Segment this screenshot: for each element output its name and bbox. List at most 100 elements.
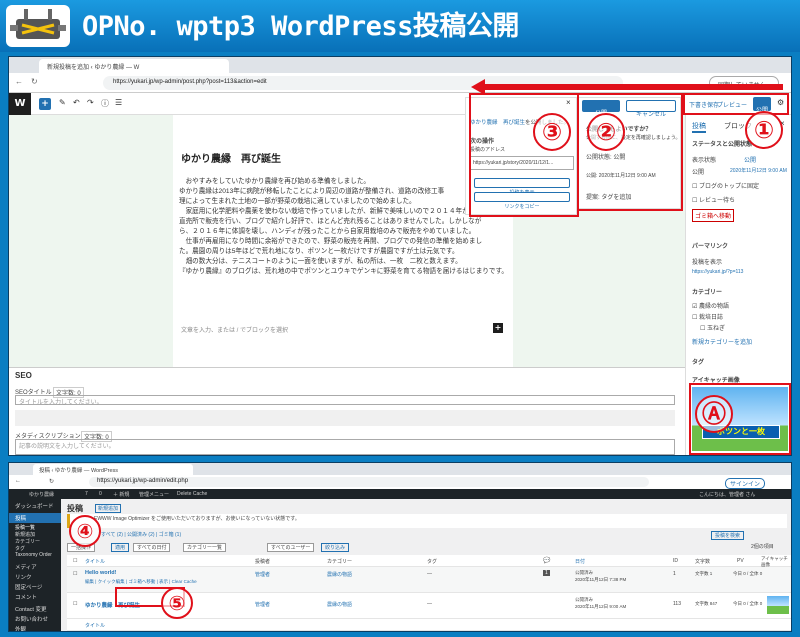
edit-icon[interactable]: ✎ — [59, 98, 66, 107]
publish-date[interactable]: 2020年11月12日 9:00 AM — [730, 167, 787, 174]
row-checkbox[interactable]: ☐ — [73, 601, 77, 607]
menu-comments[interactable]: コメント — [15, 593, 37, 601]
status-heading[interactable]: ステータスと公開状態 — [692, 139, 752, 148]
url-input[interactable]: https://yukari.jp/wp-admin/edit.php — [89, 477, 649, 487]
permalink-url[interactable]: https://yukari.jp/?p=113 — [692, 269, 743, 275]
wordpress-logo-icon[interactable]: W — [9, 93, 31, 115]
menu-add-new[interactable]: 新規追加 — [15, 531, 35, 538]
post-author[interactable]: 管理者 — [255, 571, 270, 578]
search-posts-button[interactable]: 投稿を検索 — [711, 531, 745, 540]
post-id: 1 — [673, 571, 676, 577]
highlight-box-1 — [683, 93, 789, 115]
redo-icon[interactable]: ↷ — [87, 98, 94, 107]
marker-1: ① — [745, 111, 783, 149]
menu-inquiry[interactable]: お問い合わせ — [15, 615, 48, 623]
add-new-post-button[interactable]: 新規追加 — [95, 504, 122, 513]
reload-icon[interactable]: ↻ — [31, 77, 38, 86]
admin-bar-item[interactable]: 管理メニュー — [139, 491, 169, 498]
add-category-link[interactable]: 新規カテゴリーを追加 — [692, 337, 752, 346]
column-footer[interactable]: タイトル — [85, 622, 105, 629]
tab-post[interactable]: 投稿 — [692, 121, 706, 133]
column-header[interactable]: タイトル — [85, 558, 105, 565]
back-icon[interactable]: ← — [15, 77, 23, 86]
category-checkbox[interactable]: ☑ 農縁の物語 — [692, 301, 729, 310]
admin-bar-item[interactable]: Delete Cache — [177, 491, 207, 497]
meta-desc-input[interactable]: 記事の説明文を入力してください。 — [15, 439, 675, 455]
category-filter[interactable]: カテゴリー一覧 — [183, 543, 227, 552]
post-thumbnail[interactable] — [767, 596, 789, 614]
menu-tags[interactable]: タグ — [15, 545, 25, 552]
date-filter[interactable]: すべての日付 — [133, 543, 171, 552]
apply-button[interactable]: 適用 — [111, 543, 130, 552]
paragraph-line: た。農園の周りは5年ほどで荒れ地になり、ポツンと一枚だけですが農園ですが土は元気… — [179, 248, 459, 255]
info-icon[interactable]: ⓘ — [101, 98, 109, 109]
menu-media[interactable]: メディア — [15, 563, 37, 571]
menu-all-posts[interactable]: 投稿一覧 — [15, 524, 35, 531]
menu-dashboard[interactable]: ダッシュボード — [15, 502, 54, 510]
post-id: 113 — [673, 601, 681, 607]
publish-label: 公開 — [692, 170, 705, 176]
pending-checkbox[interactable]: ☐ レビュー待ち — [692, 195, 735, 204]
post-category[interactable]: 農縁の物語 — [327, 601, 352, 608]
menu-posts[interactable]: 投稿 — [15, 514, 26, 522]
sticky-checkbox[interactable]: ☐ ブログのトップに固定 — [692, 181, 759, 190]
post-chars: 文字数 847 — [695, 601, 718, 606]
inline-add-block-icon[interactable]: + — [493, 323, 503, 333]
post-author[interactable]: 管理者 — [255, 601, 270, 608]
row-checkbox[interactable]: ☐ — [73, 571, 77, 577]
undo-icon[interactable]: ↶ — [73, 98, 80, 107]
permalink-heading[interactable]: パーマリンク — [692, 241, 728, 250]
signin-button[interactable]: サインイン — [725, 478, 766, 489]
marker-3: ③ — [533, 113, 571, 151]
category-checkbox[interactable]: ☐ 栽培日誌 — [692, 312, 723, 321]
post-tags: — — [427, 601, 432, 607]
block-placeholder[interactable]: 文章を入力、または / でブロックを選択 — [181, 325, 288, 334]
admin-bar-item[interactable]: 7 — [85, 491, 88, 497]
admin-bar-item[interactable]: 0 — [99, 491, 102, 497]
notice-text: EWWW Image Optimizer をご使用いただいておりますが、お使いに… — [94, 516, 300, 522]
back-icon[interactable]: ← — [15, 478, 21, 484]
category-heading[interactable]: カテゴリー — [692, 287, 722, 296]
menu-pages[interactable]: 固定ページ — [15, 583, 42, 591]
filter-button[interactable]: 絞り込み — [321, 543, 350, 552]
menu-categories[interactable]: カテゴリー — [15, 538, 40, 545]
post-category[interactable]: 農縁の物語 — [327, 571, 352, 578]
comment-count[interactable]: 1 — [543, 570, 550, 576]
url-text: https://yukari.jp/wp-admin/edit.php — [97, 478, 189, 484]
post-body[interactable]: おやすみをしていたゆかり農縁を再び始める準備をしました。 ゆかり農縁は2013年… — [179, 177, 509, 277]
paragraph-line: ら、２０１６年に体調を壊し、ハンディが残ったことから自家用栽培のみで販売をやめて… — [179, 228, 476, 235]
plug-logo-icon — [6, 5, 70, 47]
post-title-link[interactable]: Hello world! — [85, 570, 116, 576]
seo-title-placeholder: タイトルを入力してください。 — [19, 400, 103, 406]
tag-heading[interactable]: タグ — [692, 357, 704, 366]
user-filter[interactable]: すべてのユーザー — [267, 543, 315, 552]
browser-tab[interactable]: 投稿 ‹ ゆかり農縁 — WordPress — [33, 464, 193, 475]
visibility-value[interactable]: 公開 — [744, 155, 756, 164]
paragraph-line: 畑の数大分は、テニスコートのように一面を使いますが、私の所は、一枚 二枚と数えま… — [179, 258, 462, 265]
post-tags: — — [427, 571, 432, 577]
seo-box: SEO SEOタイトル 文字数: 0 タイトルを入力してください。 メタディスク… — [9, 367, 685, 455]
category-checkbox[interactable]: ☐ 玉ねぎ — [700, 323, 725, 332]
post-title[interactable]: ゆかり農縁 再び誕生 — [181, 150, 281, 165]
admin-greeting[interactable]: こんにちは、管理者 さん — [699, 491, 755, 498]
trash-button[interactable]: ゴミ箱へ移動 — [692, 209, 735, 222]
outline-icon[interactable]: ☰ — [115, 98, 122, 107]
menu-taxonomy[interactable]: Taxonomy Order — [15, 552, 52, 558]
status-filter[interactable]: すべて (2) | 公開済み (2) | ゴミ箱 (1) — [101, 531, 181, 538]
url-text: https://yukari.jp/wp-admin/post.php?post… — [113, 79, 267, 85]
menu-links[interactable]: リンク — [15, 573, 32, 581]
row-actions[interactable]: 編集 | クイック編集 | ゴミ箱へ移動 | 表示 | Clear Cache — [85, 579, 197, 585]
select-all-checkbox[interactable]: ☐ — [73, 558, 77, 564]
admin-bar-item[interactable]: ＋ 新規 — [113, 491, 129, 498]
browser-tab[interactable]: 新規投稿を追加 ‹ ゆかり農縁 — W — [39, 59, 229, 73]
seo-title-input[interactable]: タイトルを入力してください。 — [15, 395, 675, 406]
post-paper: ゆかり農縁 再び誕生 おやすみをしていたゆかり農縁を再び始める準備をしました。 … — [173, 115, 513, 367]
add-block-icon[interactable]: + — [39, 98, 51, 110]
reload-icon[interactable]: ↻ — [49, 478, 54, 485]
admin-bar-site[interactable]: ゆかり農縁 — [29, 491, 54, 498]
menu-appearance[interactable]: 外観 — [15, 625, 26, 631]
column-header[interactable]: 日付 — [575, 558, 585, 565]
meta-desc-placeholder: 記事の説明文を入力してください。 — [19, 444, 115, 450]
menu-contact[interactable]: Contact 変更 — [15, 605, 46, 613]
comments-column-icon[interactable]: 💬 — [543, 557, 550, 564]
